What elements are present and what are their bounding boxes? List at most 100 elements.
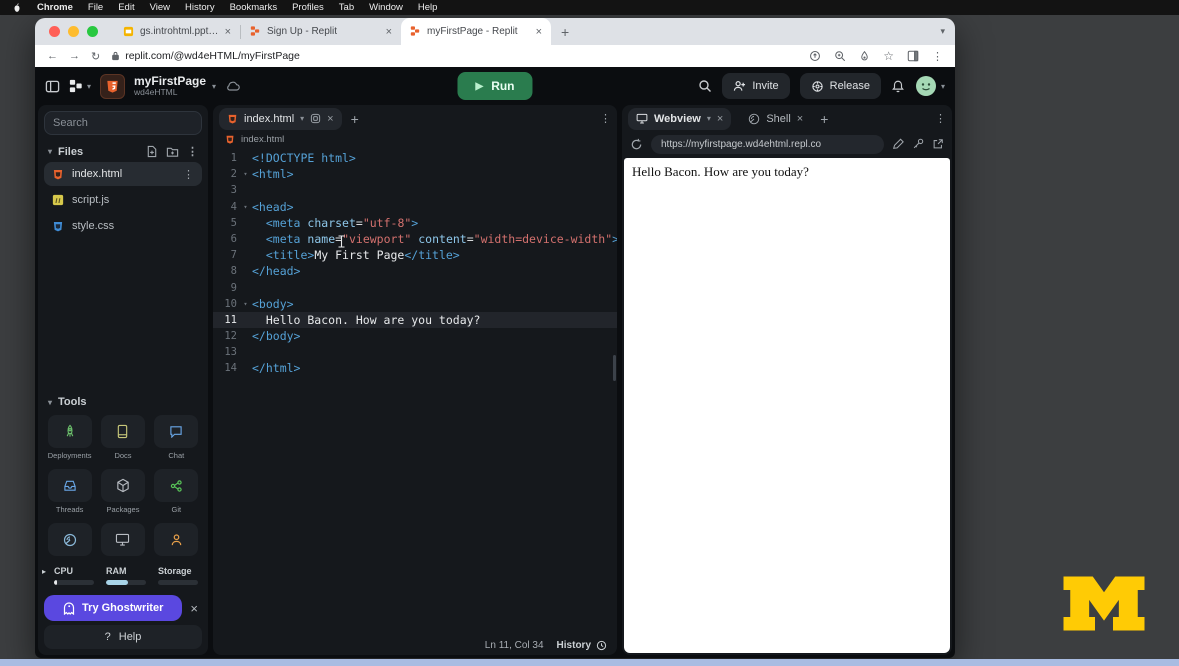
- code-line[interactable]: 4▾<head>: [213, 199, 617, 215]
- tool-ssh[interactable]: [100, 523, 145, 556]
- code-line[interactable]: 11 Hello Bacon. How are you today?: [213, 312, 617, 328]
- fullscreen-window-button[interactable]: [87, 26, 98, 37]
- code-line[interactable]: 5 <meta charset="utf-8">: [213, 215, 617, 231]
- menubar-item-tab[interactable]: Tab: [339, 2, 354, 13]
- shell-tab[interactable]: Shell ×: [740, 108, 811, 130]
- tool-threads[interactable]: Threads: [47, 469, 92, 514]
- code-line[interactable]: 6 <meta name="viewport" content="width=d…: [213, 231, 617, 247]
- code-line[interactable]: 10▾<body>: [213, 296, 617, 312]
- dismiss-ghostwriter-icon[interactable]: ×: [190, 601, 202, 616]
- password-icon[interactable]: [859, 50, 870, 62]
- menubar-item-file[interactable]: File: [88, 2, 103, 13]
- menubar-item-profiles[interactable]: Profiles: [292, 2, 324, 13]
- run-button[interactable]: ▶ Run: [457, 72, 532, 100]
- tool-docs[interactable]: Docs: [100, 415, 145, 460]
- close-tab-icon[interactable]: ×: [717, 113, 723, 125]
- close-window-button[interactable]: [49, 26, 60, 37]
- close-tab-icon[interactable]: ×: [327, 113, 333, 125]
- invite-button[interactable]: Invite: [722, 73, 789, 99]
- close-tab-icon[interactable]: ×: [386, 26, 392, 38]
- tool-deployments[interactable]: Deployments: [47, 415, 92, 460]
- bookmark-star-icon[interactable]: ☆: [883, 49, 894, 63]
- project-switcher[interactable]: myFirstPage wd4eHTML ▾: [134, 75, 216, 98]
- menubar-item-chrome[interactable]: Chrome: [37, 2, 73, 13]
- meters-expander-icon[interactable]: ▸: [42, 567, 46, 576]
- new-tab-button[interactable]: +: [561, 24, 569, 40]
- file-search-box[interactable]: [44, 111, 202, 135]
- code-line[interactable]: 2▾<html>: [213, 166, 617, 182]
- help-button[interactable]: ? Help: [44, 625, 202, 649]
- back-icon[interactable]: ←: [47, 50, 58, 62]
- tool-shell[interactable]: [47, 523, 92, 556]
- tab-search-chevron-icon[interactable]: ▾: [940, 26, 945, 37]
- browser-tab-signup[interactable]: Sign Up - Replit ×: [241, 18, 401, 45]
- code-line[interactable]: 14</html>: [213, 360, 617, 376]
- menubar-item-window[interactable]: Window: [369, 2, 403, 13]
- search-icon[interactable]: [698, 79, 712, 93]
- refresh-icon[interactable]: [630, 138, 643, 151]
- menubar-item-bookmarks[interactable]: Bookmarks: [230, 2, 278, 13]
- file-row-script-js[interactable]: script.js: [44, 188, 202, 212]
- zoom-icon[interactable]: [834, 50, 846, 62]
- webview-menu-kebab-icon[interactable]: ⋮: [935, 112, 946, 125]
- minimize-window-button[interactable]: [68, 26, 79, 37]
- open-external-icon[interactable]: [932, 138, 944, 150]
- browser-tab-myfirstpage[interactable]: myFirstPage - Replit ×: [401, 18, 551, 45]
- devtools-key-icon[interactable]: [912, 138, 924, 150]
- code-line[interactable]: 12</body>: [213, 328, 617, 344]
- new-file-icon[interactable]: [146, 145, 158, 158]
- menubar-item-history[interactable]: History: [185, 2, 215, 13]
- address-bar[interactable]: replit.com/@wd4eHTML/myFirstPage: [111, 50, 798, 62]
- new-pane-tab-button[interactable]: +: [820, 111, 828, 127]
- code-line[interactable]: 9: [213, 280, 617, 296]
- sidebar-toggle-icon[interactable]: [45, 79, 60, 94]
- notifications-bell-icon[interactable]: [891, 79, 905, 94]
- menubar-item-help[interactable]: Help: [418, 2, 438, 13]
- release-button[interactable]: Release: [800, 73, 881, 99]
- share-icon[interactable]: [809, 50, 821, 62]
- webview-url-input[interactable]: https://myfirstpage.wd4ehtml.repl.co: [651, 135, 884, 154]
- code-line[interactable]: 13: [213, 344, 617, 360]
- code-line[interactable]: 1<!DOCTYPE html>: [213, 150, 617, 166]
- webview-tab[interactable]: Webview ▾ ×: [628, 108, 731, 130]
- account-menu[interactable]: ▾: [915, 75, 945, 97]
- tool-chat[interactable]: Chat: [154, 415, 199, 460]
- apple-icon[interactable]: [12, 2, 22, 13]
- rocket-icon: [63, 424, 77, 439]
- browser-menu-kebab-icon[interactable]: ⋮: [932, 50, 943, 63]
- forward-icon[interactable]: →: [69, 50, 80, 62]
- menubar-item-view[interactable]: View: [150, 2, 170, 13]
- try-ghostwriter-button[interactable]: Try Ghostwriter: [44, 595, 182, 621]
- side-panel-icon[interactable]: [907, 50, 919, 62]
- reload-icon[interactable]: ↻: [91, 50, 100, 63]
- editor-tab-index-html[interactable]: index.html ▾ ×: [219, 108, 342, 130]
- file-row-style-css[interactable]: style.css: [44, 214, 202, 238]
- menubar-item-edit[interactable]: Edit: [118, 2, 134, 13]
- tool-packages[interactable]: Packages: [100, 469, 145, 514]
- new-folder-icon[interactable]: [166, 146, 179, 158]
- breadcrumb[interactable]: index.html: [213, 132, 617, 147]
- tool-account[interactable]: [154, 523, 199, 556]
- code-line[interactable]: 8</head>: [213, 263, 617, 279]
- file-menu-kebab-icon[interactable]: ⋮: [183, 168, 194, 181]
- code-line[interactable]: 3: [213, 182, 617, 198]
- browser-tab-slides[interactable]: gs.introhtml.ppt.01.06 - Goog ×: [114, 18, 240, 45]
- search-input[interactable]: [53, 117, 193, 129]
- file-row-index-html[interactable]: index.html ⋮: [44, 162, 202, 186]
- editor-menu-kebab-icon[interactable]: ⋮: [600, 112, 611, 125]
- close-tab-icon[interactable]: ×: [536, 26, 542, 38]
- files-section-header[interactable]: ▾ Files ⋮: [38, 141, 208, 161]
- webview-content[interactable]: Hello Bacon. How are you today?: [624, 158, 950, 653]
- close-tab-icon[interactable]: ×: [797, 113, 803, 125]
- new-editor-tab-button[interactable]: +: [351, 111, 359, 127]
- replit-logo-menu[interactable]: ▾: [69, 79, 91, 93]
- code-line[interactable]: 7 <title>My First Page</title>: [213, 247, 617, 263]
- history-button[interactable]: History: [557, 640, 607, 651]
- editor-scrollbar-thumb[interactable]: [613, 355, 616, 381]
- code-editor[interactable]: 1<!DOCTYPE html>2▾<html>34▾<head>5 <meta…: [213, 147, 617, 635]
- tool-git[interactable]: Git: [154, 469, 199, 514]
- close-tab-icon[interactable]: ×: [225, 26, 231, 38]
- tools-section-header[interactable]: ▾ Tools: [38, 392, 208, 411]
- files-menu-kebab-icon[interactable]: ⋮: [187, 145, 198, 158]
- edit-pencil-icon[interactable]: [892, 138, 904, 150]
